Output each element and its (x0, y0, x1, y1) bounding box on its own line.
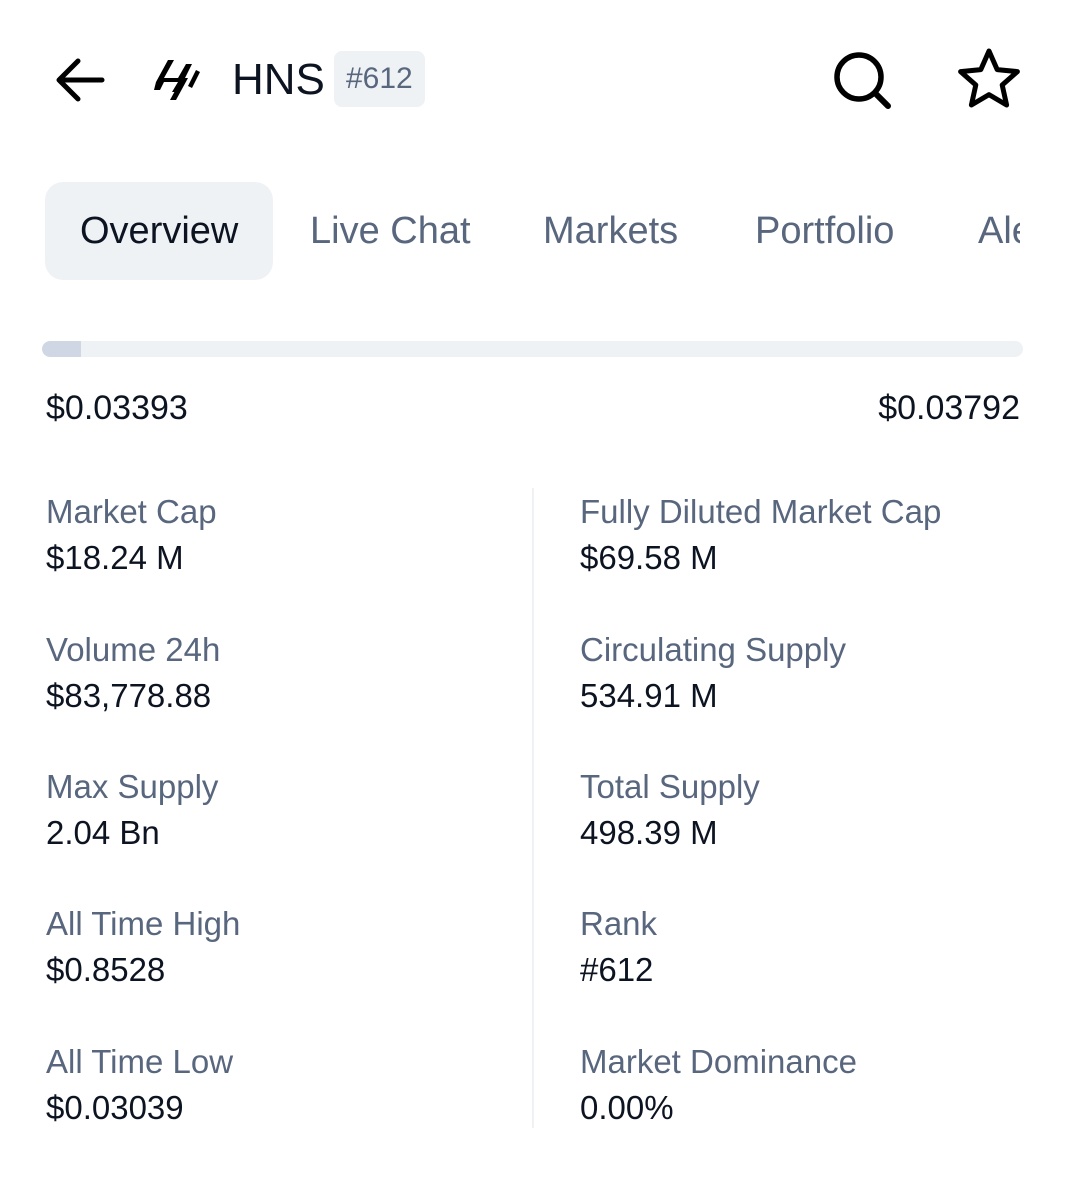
stat-max-supply: Max Supply 2.04 Bn (46, 767, 506, 853)
handshake-logo-icon (154, 60, 200, 100)
tab-alerts[interactable]: Alerts (978, 182, 1020, 280)
stat-label: Circulating Supply (580, 631, 846, 668)
stat-label: All Time High (46, 905, 241, 942)
tab-overview[interactable]: Overview (45, 182, 274, 280)
stat-label: Max Supply (46, 768, 219, 805)
stat-label: Market Cap (46, 493, 217, 530)
stat-market-cap: Market Cap $18.24 M (46, 492, 506, 578)
stat-value: $69.58 M (580, 539, 718, 576)
stat-volume-24h: Volume 24h $83,778.88 (46, 630, 506, 716)
rank-badge: #612 (334, 51, 425, 107)
stat-fully-diluted-market-cap: Fully Diluted Market Cap $69.58 M (580, 492, 1040, 578)
stat-value: $0.03039 (46, 1089, 184, 1126)
range-high-value: $0.03792 (878, 389, 1020, 427)
header: HNS #612 (0, 0, 1065, 160)
stat-label: All Time Low (46, 1043, 234, 1080)
stat-value: $0.8528 (46, 951, 166, 988)
stat-total-supply: Total Supply 498.39 M (580, 767, 1040, 853)
stat-label: Volume 24h (46, 631, 221, 668)
stat-all-time-high: All Time High $0.8528 (46, 904, 506, 990)
stat-label: Market Dominance (580, 1043, 857, 1080)
stat-value: 534.91 M (580, 677, 718, 714)
search-button[interactable] (826, 44, 898, 116)
stat-circulating-supply: Circulating Supply 534.91 M (580, 630, 1040, 716)
tab-portfolio[interactable]: Portfolio (755, 182, 894, 280)
price-range-fill (42, 341, 82, 357)
coin-symbol: HNS (232, 55, 325, 104)
stat-value: 2.04 Bn (46, 814, 160, 851)
stat-rank: Rank #612 (580, 904, 1040, 990)
tab-live-chat[interactable]: Live Chat (310, 182, 471, 280)
price-range-bar (42, 341, 1023, 357)
tab-markets[interactable]: Markets (543, 182, 678, 280)
stat-all-time-low: All Time Low $0.03039 (46, 1042, 506, 1128)
star-icon (958, 48, 1020, 108)
stats-divider (532, 488, 534, 1128)
favorite-button[interactable] (952, 42, 1026, 116)
search-icon (834, 52, 891, 109)
stat-label: Total Supply (580, 768, 760, 805)
stat-label: Rank (580, 905, 658, 942)
tab-bar: Overview Live Chat Markets Portfolio Ale… (45, 182, 1020, 282)
stat-value: $83,778.88 (46, 677, 212, 714)
arrow-left-icon (56, 58, 105, 102)
range-low-value: $0.03393 (46, 389, 188, 427)
back-button[interactable] (50, 50, 110, 110)
stat-value: 0.00% (580, 1089, 674, 1126)
stat-value: #612 (580, 951, 654, 988)
stat-value: 498.39 M (580, 814, 718, 851)
stat-value: $18.24 M (46, 539, 184, 576)
stat-market-dominance: Market Dominance 0.00% (580, 1042, 1040, 1128)
stat-label: Fully Diluted Market Cap (580, 493, 942, 530)
